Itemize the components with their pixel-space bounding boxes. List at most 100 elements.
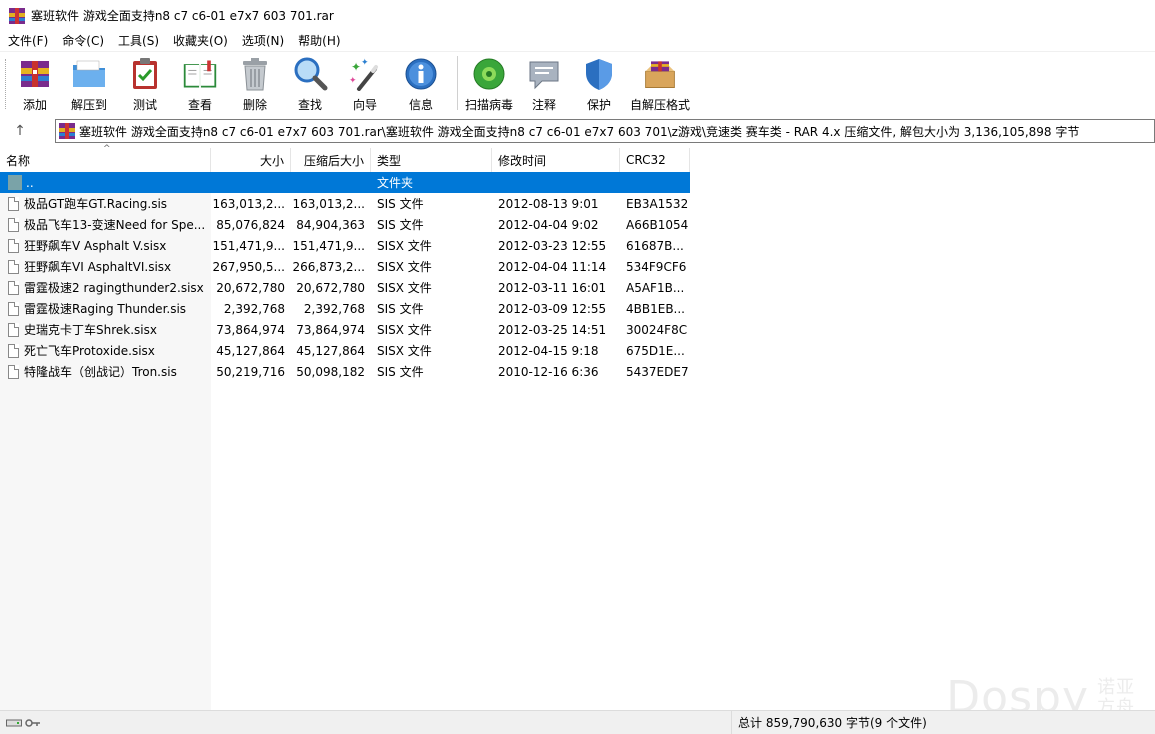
arrow-up-icon: ↑	[14, 123, 26, 139]
file-size: 163,013,2...	[212, 196, 285, 211]
file-modified: 2012-03-09 12:55	[498, 301, 607, 316]
comment-button[interactable]: 注释	[515, 52, 573, 114]
table-row[interactable]: 雷霆极速Raging Thunder.sis 2,392,768 2,392,7…	[0, 298, 690, 319]
sort-ascending-icon: ^	[103, 144, 111, 154]
file-modified: 2012-04-15 9:18	[498, 343, 599, 358]
table-row[interactable]: 死亡飞车Protoxide.sisx 45,127,864 45,127,864…	[0, 340, 690, 361]
file-type: SIS 文件	[377, 302, 424, 316]
file-crc: 675D1E...	[626, 343, 685, 358]
shield-icon	[581, 56, 617, 92]
view-button[interactable]: 查看	[170, 52, 230, 114]
table-row[interactable]: 狂野飙车V Asphalt V.sisx 151,471,9... 151,47…	[0, 235, 690, 256]
file-name-cell: 特隆战车（创战记）Tron.sis	[0, 361, 211, 382]
file-packed: 84,904,363	[296, 217, 365, 232]
up-level-button[interactable]: ↑	[0, 117, 40, 145]
sfx-label: 自解压格式	[629, 98, 690, 112]
file-name-cell: 极品飞车13-变速Need for Spe...	[0, 214, 211, 235]
file-crc: 61687B...	[626, 238, 684, 253]
table-row[interactable]: 史瑞克卡丁车Shrek.sisx 73,864,974 73,864,974 S…	[0, 319, 690, 340]
svg-text:✦: ✦	[351, 60, 361, 74]
file-name-cell: 狂野飙车VI AsphaltVI.sisx	[0, 256, 211, 277]
file-packed: 151,471,9...	[292, 238, 365, 253]
menu-commands[interactable]: 命令(C)	[54, 32, 110, 49]
test-button[interactable]: 测试	[120, 52, 170, 114]
info-button[interactable]: 信息	[390, 52, 452, 114]
winrar-app-icon	[9, 7, 25, 24]
file-type: SISX 文件	[377, 260, 432, 274]
wizard-button[interactable]: ✦ ✦ ✦ 向导	[340, 52, 390, 114]
file-name: 雷霆极速2 ragingthunder2.sisx	[24, 281, 204, 295]
info-icon	[403, 56, 439, 92]
add-button[interactable]: 添加	[12, 52, 58, 114]
file-name-cell: 雷霆极速2 ragingthunder2.sisx	[0, 277, 211, 298]
menu-bar: 文件(F) 命令(C) 工具(S) 收藏夹(O) 选项(N) 帮助(H)	[0, 31, 1155, 50]
delete-button[interactable]: 删除	[230, 52, 280, 114]
path-field[interactable]: 塞班软件 游戏全面支持n8 c7 c6-01 e7x7 603 701.rar\…	[55, 119, 1155, 143]
view-book-icon	[182, 56, 218, 92]
protect-label: 保护	[586, 98, 611, 112]
info-label: 信息	[408, 98, 433, 112]
file-size: 2,392,768	[223, 301, 285, 316]
toolbar-grip[interactable]	[5, 59, 8, 109]
trash-icon	[237, 56, 273, 92]
parent-modified-cell	[492, 172, 620, 193]
scan-virus-button[interactable]: 扫描病毒	[463, 52, 515, 114]
list-rows: .. 文件夹 极品GT跑车GT.Racing.sis 163,013,2... …	[0, 172, 690, 382]
view-label: 查看	[187, 98, 212, 112]
protect-button[interactable]: 保护	[573, 52, 625, 114]
status-icons	[0, 718, 60, 728]
file-name: 狂野飙车V Asphalt V.sisx	[24, 239, 167, 253]
find-label: 查找	[297, 98, 322, 112]
menu-favorites[interactable]: 收藏夹(O)	[165, 32, 234, 49]
key-icon[interactable]	[25, 718, 41, 728]
table-row[interactable]: 极品GT跑车GT.Racing.sis 163,013,2... 163,013…	[0, 193, 690, 214]
sfx-box-icon	[642, 56, 678, 92]
file-icon	[8, 364, 19, 379]
file-packed: 266,873,2...	[292, 259, 365, 274]
header-modified[interactable]: 修改时间	[492, 148, 620, 172]
drive-icon[interactable]	[6, 718, 22, 728]
file-size: 85,076,824	[216, 217, 285, 232]
table-row[interactable]: 雷霆极速2 ragingthunder2.sisx 20,672,780 20,…	[0, 277, 690, 298]
file-modified: 2012-03-11 16:01	[498, 280, 607, 295]
parent-packed-cell	[291, 172, 371, 193]
file-size: 151,471,9...	[212, 238, 285, 253]
find-button[interactable]: 查找	[280, 52, 340, 114]
comment-icon	[526, 56, 562, 92]
menu-tools[interactable]: 工具(S)	[110, 32, 165, 49]
header-name[interactable]: 名称 ^	[0, 144, 211, 172]
file-size: 267,950,5...	[212, 259, 285, 274]
file-icon	[8, 301, 19, 316]
header-type[interactable]: 类型	[371, 148, 492, 172]
header-crc[interactable]: CRC32	[620, 148, 690, 172]
table-row[interactable]: 狂野飙车VI AsphaltVI.sisx 267,950,5... 266,8…	[0, 256, 690, 277]
parent-type-cell: 文件夹	[371, 172, 492, 193]
list-header: 名称 ^ 大小 压缩后大小 类型 修改时间 CRC32	[0, 144, 690, 172]
menu-options[interactable]: 选项(N)	[234, 32, 290, 49]
header-packed[interactable]: 压缩后大小	[291, 148, 371, 172]
header-crc-label: CRC32	[626, 153, 666, 167]
file-modified: 2012-03-25 14:51	[498, 322, 607, 337]
svg-text:✦: ✦	[349, 76, 357, 86]
sfx-button[interactable]: 自解压格式	[625, 52, 695, 114]
menu-file[interactable]: 文件(F)	[0, 32, 54, 49]
table-row[interactable]: 特隆战车（创战记）Tron.sis 50,219,716 50,098,182 …	[0, 361, 690, 382]
header-modified-label: 修改时间	[498, 153, 547, 168]
file-modified: 2012-08-13 9:01	[498, 196, 599, 211]
file-crc: 534F9CF6	[626, 259, 687, 274]
file-modified: 2012-04-04 11:14	[498, 259, 607, 274]
file-crc: A5AF1B...	[626, 280, 685, 295]
parent-size-cell	[211, 172, 291, 193]
add-archive-icon	[17, 56, 53, 92]
file-name: 特隆战车（创战记）Tron.sis	[24, 365, 177, 379]
header-size[interactable]: 大小	[211, 148, 291, 172]
parent-folder-row[interactable]: .. 文件夹	[0, 172, 690, 193]
file-size: 20,672,780	[216, 280, 285, 295]
menu-help[interactable]: 帮助(H)	[290, 32, 346, 49]
extract-to-button[interactable]: 解压到	[58, 52, 120, 114]
title-bar: 塞班软件 游戏全面支持n8 c7 c6-01 e7x7 603 701.rar	[0, 0, 1155, 31]
header-size-label: 大小	[259, 153, 284, 168]
file-crc: A66B1054	[626, 217, 689, 232]
toolbar: 添加 解压到 测试 查看 删除 查找 ✦ ✦ ✦ 向导 信息 扫描病毒 注释 保…	[0, 51, 1155, 115]
table-row[interactable]: 极品飞车13-变速Need for Spe... 85,076,824 84,9…	[0, 214, 690, 235]
